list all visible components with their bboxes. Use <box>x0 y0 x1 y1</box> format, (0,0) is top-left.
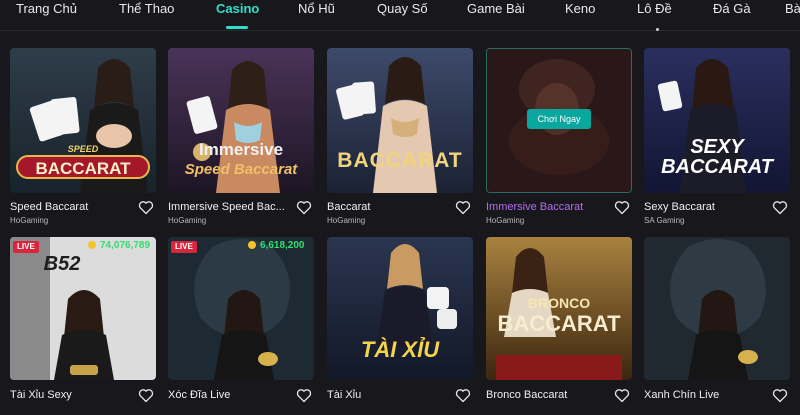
nav-item-casino[interactable]: Casino <box>216 1 259 16</box>
game-card-tai-xiu-sexy[interactable]: B52 LIVE 74,076,789 Tài Xỉu Sexy <box>10 237 156 415</box>
nav-item-lo-de[interactable]: Lô Đề <box>637 1 672 16</box>
nav-item-keno[interactable]: Keno <box>565 1 595 16</box>
game-title[interactable]: Sexy Baccarat <box>644 201 769 213</box>
game-card-speed-baccarat[interactable]: SPEED BACCARAT Speed Baccarat HoGaming <box>10 48 156 226</box>
heart-outline-icon[interactable] <box>138 388 154 403</box>
heart-outline-icon[interactable] <box>772 388 788 403</box>
game-logo-line1: BRONCO <box>527 295 591 311</box>
game-provider: HoGaming <box>168 216 207 225</box>
game-thumbnail[interactable]: SEXY BACCARAT <box>644 48 790 193</box>
nav-item-game-bai[interactable]: Game Bài <box>467 1 525 16</box>
heart-outline-icon[interactable] <box>455 200 471 215</box>
game-card-baccarat[interactable]: BACCARAT Baccarat HoGaming <box>327 48 473 226</box>
game-card-tai-xiu[interactable]: TÀI XỈU Tài Xỉu <box>327 237 473 415</box>
nav-item-quay-so[interactable]: Quay Số <box>377 1 428 16</box>
game-thumbnail[interactable]: Immersive Speed Baccarat <box>168 48 314 193</box>
game-thumbnail[interactable]: BACCARAT <box>327 48 473 193</box>
game-thumbnail[interactable]: BRONCO BACCARAT <box>486 237 632 380</box>
game-logo-line2: BACCARAT <box>497 311 621 336</box>
game-title[interactable]: Immersive Baccarat <box>486 201 611 213</box>
nav-item-the-thao[interactable]: Thể Thao <box>119 1 174 16</box>
nav-item-ba[interactable]: Bà <box>785 1 800 16</box>
game-card-immersive-baccarat[interactable]: Chơi Ngay Immersive Baccarat HoGaming <box>486 48 632 226</box>
heart-outline-icon[interactable] <box>296 200 312 215</box>
top-nav: Trang Chủ Thể Thao Casino Nổ Hũ Quay Số … <box>0 0 800 31</box>
heart-outline-icon[interactable] <box>455 388 471 403</box>
heart-outline-icon[interactable] <box>772 200 788 215</box>
game-title[interactable]: Tài Xỉu Sexy <box>10 389 135 401</box>
game-card-xoc-dia-live[interactable]: LIVE 6,618,200 Xóc Đĩa Live <box>168 237 314 415</box>
game-thumbnail[interactable]: LIVE 6,618,200 <box>168 237 314 380</box>
xoc-dia-live-artwork <box>168 237 314 380</box>
game-thumbnail[interactable]: B52 LIVE 74,076,789 <box>10 237 156 380</box>
nav-item-trang-chu[interactable]: Trang Chủ <box>16 1 77 16</box>
game-thumbnail[interactable]: SPEED BACCARAT <box>10 48 156 193</box>
game-provider: SA Gaming <box>644 216 685 225</box>
game-thumbnail[interactable]: Chơi Ngay <box>486 48 632 193</box>
live-badge: LIVE <box>171 241 197 253</box>
game-provider: HoGaming <box>10 216 49 225</box>
game-title[interactable]: Bronco Baccarat <box>486 389 611 401</box>
gold-coin-icon <box>88 241 96 250</box>
nav-divider-dot <box>656 28 659 31</box>
xanh-chin-live-artwork <box>644 237 790 380</box>
game-logo-line1: SPEED <box>67 144 99 154</box>
game-title[interactable]: Immersive Speed Bac... <box>168 201 293 213</box>
jackpot-amount: 74,076,789 <box>88 240 150 251</box>
game-title[interactable]: Baccarat <box>327 201 452 213</box>
game-logo-line2: BACCARAT <box>16 155 150 179</box>
game-card-immersive-speed-baccarat[interactable]: Immersive Speed Baccarat Immersive Speed… <box>168 48 314 226</box>
play-now-button[interactable]: Chơi Ngay <box>527 109 591 129</box>
game-card-xanh-chin-live[interactable]: Xanh Chín Live <box>644 237 790 415</box>
game-title[interactable]: Speed Baccarat <box>10 201 135 213</box>
game-title[interactable]: Xanh Chín Live <box>644 389 769 401</box>
active-tab-indicator <box>226 26 248 29</box>
game-logo-line1: Immersive <box>198 140 284 159</box>
game-title[interactable]: Xóc Đĩa Live <box>168 389 293 401</box>
game-logo-line1: TÀI XỈU <box>360 337 440 362</box>
heart-outline-icon[interactable] <box>296 388 312 403</box>
nav-item-da-ga[interactable]: Đá Gà <box>713 1 751 16</box>
live-badge: LIVE <box>13 241 39 253</box>
game-logo-line2: Speed Baccarat <box>184 161 298 178</box>
game-card-bronco-baccarat[interactable]: BRONCO BACCARAT Bronco Baccarat <box>486 237 632 415</box>
gold-coin-icon <box>248 241 256 250</box>
heart-outline-icon[interactable] <box>138 200 154 215</box>
game-card-sexy-baccarat[interactable]: SEXY BACCARAT Sexy Baccarat SA Gaming <box>644 48 790 226</box>
game-logo-line2: BACCARAT <box>661 156 773 178</box>
nav-item-no-hu[interactable]: Nổ Hũ <box>298 1 335 16</box>
game-provider: HoGaming <box>327 216 366 225</box>
game-title[interactable]: Tài Xỉu <box>327 389 452 401</box>
game-provider: HoGaming <box>486 216 525 225</box>
jackpot-amount: 6,618,200 <box>248 240 305 251</box>
game-thumbnail[interactable]: TÀI XỈU <box>327 237 473 380</box>
game-thumbnail[interactable] <box>644 237 790 380</box>
game-logo-line1: B52 <box>43 253 81 275</box>
game-logo-line1: BACCARAT <box>337 149 463 172</box>
heart-outline-icon[interactable] <box>614 388 630 403</box>
heart-outline-icon[interactable] <box>614 200 630 215</box>
